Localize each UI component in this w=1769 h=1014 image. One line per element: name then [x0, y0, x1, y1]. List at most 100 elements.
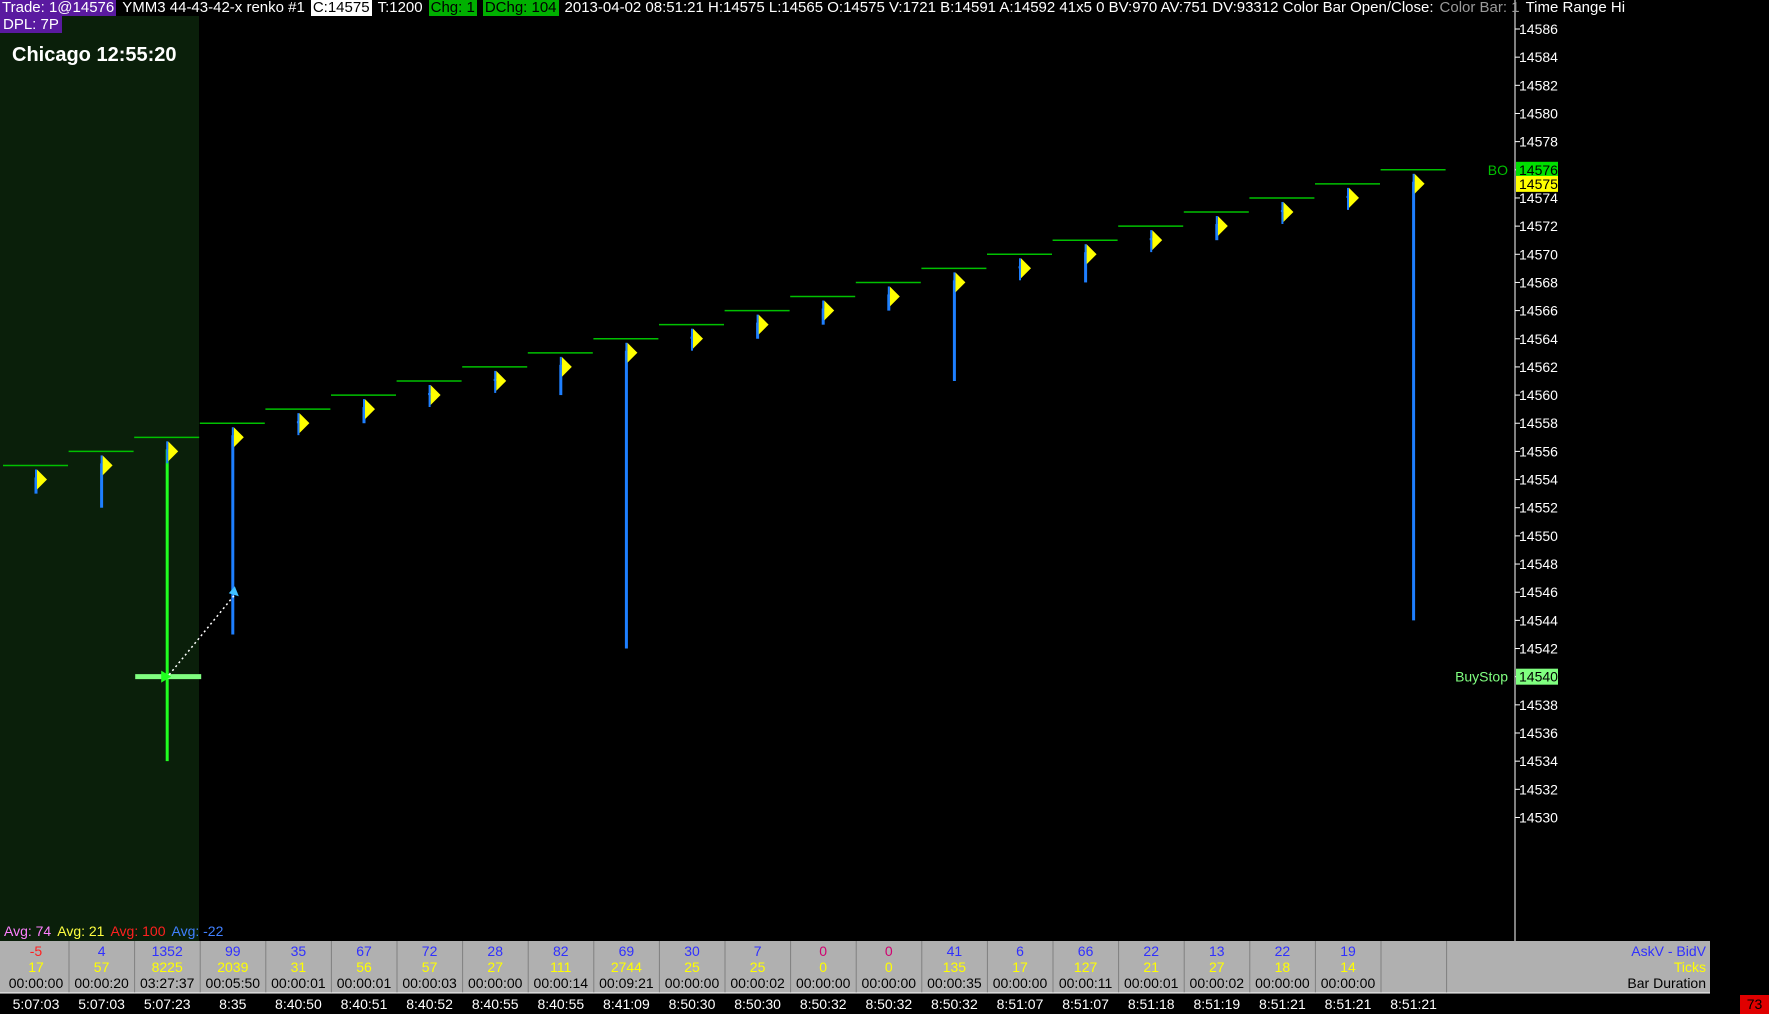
stats-cell: 57: [94, 959, 110, 975]
time-axis-label: 5:07:23: [144, 996, 191, 1012]
stats-cell: 1352: [152, 943, 183, 959]
renko-chart[interactable]: 14586 14584 14582 14580 14578 14 57 6 14574 14572…: [0, 0, 1769, 1014]
price-axis-label: 14552: [1519, 500, 1558, 516]
time-axis-label: 8:40:50: [275, 996, 322, 1012]
bar-flag-marker: [627, 342, 638, 363]
price-axis-label: 14554: [1519, 472, 1558, 488]
price-axis-label: 14568: [1519, 274, 1558, 290]
price-axis-label: 14572: [1519, 218, 1558, 234]
price-axis-label: 14546: [1519, 584, 1558, 600]
time-axis-label: 8:50:32: [931, 996, 978, 1012]
stats-cell: 17: [1012, 959, 1028, 975]
price-axis-label: 14548: [1519, 556, 1558, 572]
price-axis-label: 14544: [1519, 612, 1558, 628]
bar-info: 2013-04-02 08:51:21 H:14575 L:14565 O:14…: [564, 0, 1434, 16]
stats-cell: 00:00:00: [665, 975, 720, 991]
stats-cell: 00:00:00: [993, 975, 1048, 991]
price-axis-label: 14530: [1519, 809, 1558, 825]
stats-cell: 30: [684, 943, 700, 959]
bar-flag-marker: [561, 356, 572, 377]
average-value: Avg: -22: [171, 923, 224, 939]
stats-cell: 00:00:03: [402, 975, 457, 991]
bar-flag-marker: [824, 300, 835, 321]
stats-cell: 0: [885, 959, 893, 975]
stats-cell: 17: [28, 959, 44, 975]
stats-cell: 82: [553, 943, 569, 959]
stats-cell: 0: [819, 943, 827, 959]
stats-cell: 14: [1340, 959, 1356, 975]
stats-cell: 6: [1016, 943, 1024, 959]
price-axis-label: 14560: [1519, 387, 1558, 403]
stats-cell: 19: [1340, 943, 1356, 959]
price-tag-value: 14575: [1519, 176, 1558, 192]
stats-cell: 00:00:20: [74, 975, 129, 991]
time-axis-label: 8:40:55: [537, 996, 584, 1012]
entry-arrow: [228, 586, 239, 597]
price-axis-label: 14542: [1519, 641, 1558, 657]
stats-cell: 69: [619, 943, 635, 959]
bar-flag-marker: [233, 427, 244, 448]
time-axis-label: 8:51:21: [1390, 996, 1437, 1012]
stats-cell: 00:05:50: [206, 975, 261, 991]
stats-row-label: AskV - BidV: [1631, 943, 1706, 959]
price-axis-label: 14566: [1519, 303, 1558, 319]
time-axis-label: 8:51:07: [997, 996, 1044, 1012]
stats-cell: 135: [943, 959, 967, 975]
bar-flag-marker: [1349, 187, 1359, 208]
price-tag-label: BO: [1488, 162, 1508, 178]
session-shading: [0, 16, 199, 941]
stats-cell: 67: [356, 943, 372, 959]
price-axis-label: 14582: [1519, 77, 1558, 93]
stats-cell: 72: [422, 943, 438, 959]
stats-cell: 00:00:02: [1190, 975, 1245, 991]
stats-cell: 41: [947, 943, 963, 959]
corner-badge[interactable]: 73: [1740, 995, 1769, 1014]
stats-cell: 00:00:14: [534, 975, 589, 991]
stats-cell: 22: [1275, 943, 1291, 959]
stats-cell: 21: [1143, 959, 1159, 975]
stats-cell: 00:00:01: [271, 975, 326, 991]
stats-cell: 66: [1078, 943, 1094, 959]
bar-flag-marker: [1152, 230, 1163, 251]
bar-flag-marker: [299, 413, 310, 434]
time-axis-label: 8:50:30: [669, 996, 716, 1012]
average-value: Avg: 74: [4, 923, 52, 939]
price-axis-label: 14532: [1519, 781, 1558, 797]
time-axis-label: 8:51:19: [1193, 996, 1240, 1012]
stats-cell: 00:00:02: [730, 975, 785, 991]
stats-cell: 4: [98, 943, 106, 959]
time-axis-label: 8:50:30: [734, 996, 781, 1012]
stats-cell: 18: [1275, 959, 1291, 975]
price-axis-label: 14564: [1519, 331, 1558, 347]
bar-flag-marker: [496, 370, 507, 391]
average-value: Avg: 100: [110, 923, 166, 939]
price-axis-label: 14570: [1519, 246, 1558, 262]
stats-cell: 00:00:00: [1255, 975, 1310, 991]
color-bar-label: Color Bar: 1: [1439, 0, 1520, 16]
bar-flag-marker: [430, 385, 441, 405]
dpl-badge: DPL: 7P: [0, 16, 62, 33]
stats-cell: 27: [1209, 959, 1225, 975]
stats-cell: 127: [1074, 959, 1098, 975]
stats-cell: 8225: [152, 959, 183, 975]
price-axis-label: 14574: [1519, 190, 1558, 206]
time-axis-label: 8:40:51: [341, 996, 388, 1012]
price-axis-label: 14580: [1519, 105, 1558, 121]
close-value: C:14575: [310, 0, 372, 16]
stats-cell: 27: [487, 959, 503, 975]
bar-flag-marker: [758, 314, 769, 335]
stats-cell: 0: [819, 959, 827, 975]
stats-cell: 00:00:00: [1321, 975, 1376, 991]
stats-cell: 22: [1143, 943, 1159, 959]
stats-cell: 00:00:11: [1059, 975, 1113, 991]
bar-flag-marker: [365, 399, 375, 420]
time-axis-label: 8:40:55: [472, 996, 519, 1012]
average-value: Avg: 21: [57, 923, 105, 939]
ticks-value: T:1200: [377, 0, 423, 16]
daily-change-value: DChg: 104: [482, 0, 559, 16]
time-axis-label: 8:51:18: [1128, 996, 1175, 1012]
stats-cell: 57: [422, 959, 438, 975]
trade-info: Trade: 1@14576: [0, 0, 117, 16]
stats-cell: 00:00:35: [927, 975, 982, 991]
stats-cell: 00:00:01: [1124, 975, 1179, 991]
